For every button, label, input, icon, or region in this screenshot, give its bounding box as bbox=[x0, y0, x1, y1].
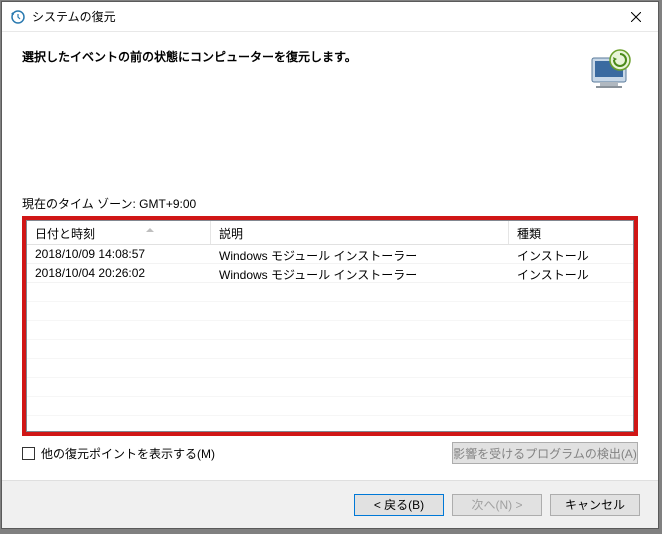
cell-description: Windows モジュール インストーラー bbox=[211, 245, 509, 263]
titlebar: システムの復元 bbox=[2, 2, 658, 32]
column-header-type[interactable]: 種類 bbox=[509, 221, 633, 244]
table-row bbox=[27, 416, 633, 432]
next-button[interactable]: 次へ(N) > bbox=[452, 494, 542, 516]
highlight-frame: 日付と時刻 説明 種類 2018/10/09 14:08:57Windows モ… bbox=[22, 216, 638, 436]
restore-points-table[interactable]: 日付と時刻 説明 種類 2018/10/09 14:08:57Windows モ… bbox=[26, 220, 634, 432]
cell-datetime: 2018/10/09 14:08:57 bbox=[27, 245, 211, 263]
scan-affected-programs-button[interactable]: 影響を受けるプログラムの検出(A) bbox=[452, 442, 638, 464]
show-more-label: 他の復元ポイントを表示する(M) bbox=[41, 445, 215, 462]
dialog-footer: < 戻る(B) 次へ(N) > キャンセル bbox=[2, 480, 658, 528]
content-area: 選択したイベントの前の状態にコンピューターを復元します。 現在のタイム ゾーン:… bbox=[2, 32, 658, 464]
table-header-row: 日付と時刻 説明 種類 bbox=[27, 221, 633, 245]
back-button[interactable]: < 戻る(B) bbox=[354, 494, 444, 516]
cancel-button[interactable]: キャンセル bbox=[550, 494, 640, 516]
close-button[interactable] bbox=[613, 2, 658, 31]
column-header-description[interactable]: 説明 bbox=[211, 221, 509, 244]
checkbox-icon bbox=[22, 447, 35, 460]
table-row bbox=[27, 359, 633, 378]
table-row[interactable]: 2018/10/09 14:08:57Windows モジュール インストーラー… bbox=[27, 245, 633, 264]
window-title: システムの復元 bbox=[32, 8, 613, 25]
table-row[interactable]: 2018/10/04 20:26:02Windows モジュール インストーラー… bbox=[27, 264, 633, 283]
restore-titlebar-icon bbox=[10, 9, 26, 25]
system-restore-dialog: システムの復元 選択したイベントの前の状態にコンピューターを復元します。 bbox=[1, 1, 659, 529]
cell-description: Windows モジュール インストーラー bbox=[211, 264, 509, 282]
table-row bbox=[27, 378, 633, 397]
instruction-text: 選択したイベントの前の状態にコンピューターを復元します。 bbox=[22, 44, 357, 65]
column-header-datetime[interactable]: 日付と時刻 bbox=[27, 221, 211, 244]
table-row bbox=[27, 340, 633, 359]
table-row bbox=[27, 283, 633, 302]
table-row bbox=[27, 321, 633, 340]
cell-type: インストール bbox=[509, 245, 633, 263]
table-row bbox=[27, 397, 633, 416]
show-more-checkbox[interactable]: 他の復元ポイントを表示する(M) bbox=[22, 445, 215, 462]
cell-datetime: 2018/10/04 20:26:02 bbox=[27, 264, 211, 282]
cell-type: インストール bbox=[509, 264, 633, 282]
table-row bbox=[27, 302, 633, 321]
restore-hero-icon bbox=[586, 46, 634, 93]
timezone-label: 現在のタイム ゾーン: GMT+9:00 bbox=[22, 195, 638, 212]
table-body: 2018/10/09 14:08:57Windows モジュール インストーラー… bbox=[27, 245, 633, 432]
